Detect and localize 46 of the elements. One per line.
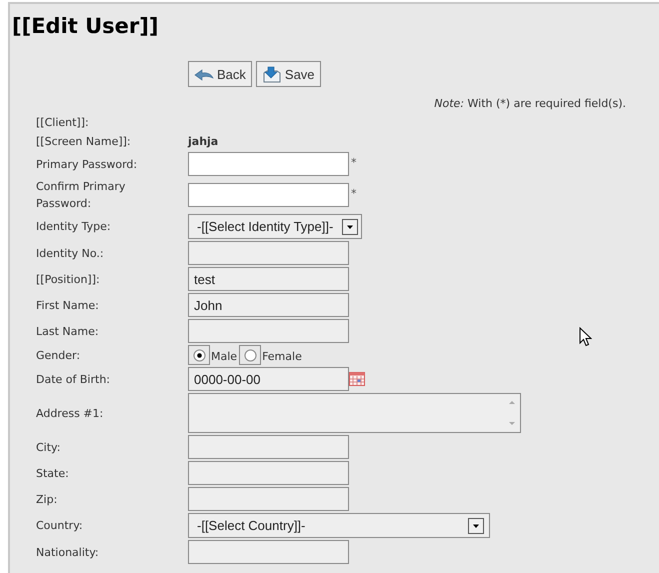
calendar-icon (349, 372, 365, 386)
text-field[interactable]: test (188, 267, 349, 291)
page-title: [[Edit User]] (12, 13, 160, 39)
field-label: Address #1: (36, 406, 104, 422)
back-button[interactable]: Back (188, 61, 252, 87)
dropdown[interactable]: -[[Select Identity Type]]- (188, 214, 362, 239)
field-label: Primary Password: (36, 156, 138, 172)
field-label: Country: (36, 518, 84, 534)
field-label: Nationality: (36, 544, 100, 560)
field-label: [[Position]]: (36, 272, 101, 288)
radio-label: Male (211, 350, 238, 362)
text-field[interactable] (188, 241, 349, 265)
date-field[interactable]: 0000-00-00 (188, 367, 349, 391)
radio-button[interactable] (192, 348, 206, 362)
text-field[interactable] (188, 540, 349, 564)
field-label: City: (36, 440, 62, 456)
field-label: Identity No.: (36, 246, 105, 262)
field-label: Last Name: (36, 324, 100, 340)
text-field[interactable] (188, 435, 349, 459)
field-label: Zip: (36, 492, 58, 508)
field-label: First Name: (36, 298, 100, 314)
field-label: Gender: (36, 348, 82, 364)
field-label: Confirm Primary Password: (36, 179, 126, 212)
field-label: [[Client]]: (36, 115, 90, 131)
field-label: Date of Birth: (36, 372, 112, 388)
inbox-icon (262, 65, 282, 83)
cursor-icon (579, 327, 592, 347)
dropdown[interactable]: -[[Select Country]]- (188, 513, 490, 538)
field-label: [[Screen Name]]: (36, 134, 132, 150)
text-area[interactable] (188, 393, 521, 433)
text-field[interactable] (188, 461, 349, 485)
save-button[interactable]: Save (256, 61, 321, 87)
radio-button[interactable] (244, 348, 257, 362)
field-label: State: (36, 466, 70, 482)
password-field[interactable] (188, 183, 349, 207)
field-value: jahja (188, 135, 218, 148)
required-mark: * (351, 156, 356, 169)
text-field[interactable] (188, 319, 349, 343)
text-field[interactable] (188, 487, 349, 511)
note-text: Note: With (*) are required field(s). (433, 97, 627, 110)
required-mark: * (351, 187, 356, 200)
password-field[interactable] (188, 152, 349, 176)
radio-label: Female (262, 350, 302, 362)
field-label: Identity Type: (36, 219, 112, 235)
text-field[interactable]: John (188, 293, 349, 317)
back-arrow-icon (194, 67, 214, 81)
